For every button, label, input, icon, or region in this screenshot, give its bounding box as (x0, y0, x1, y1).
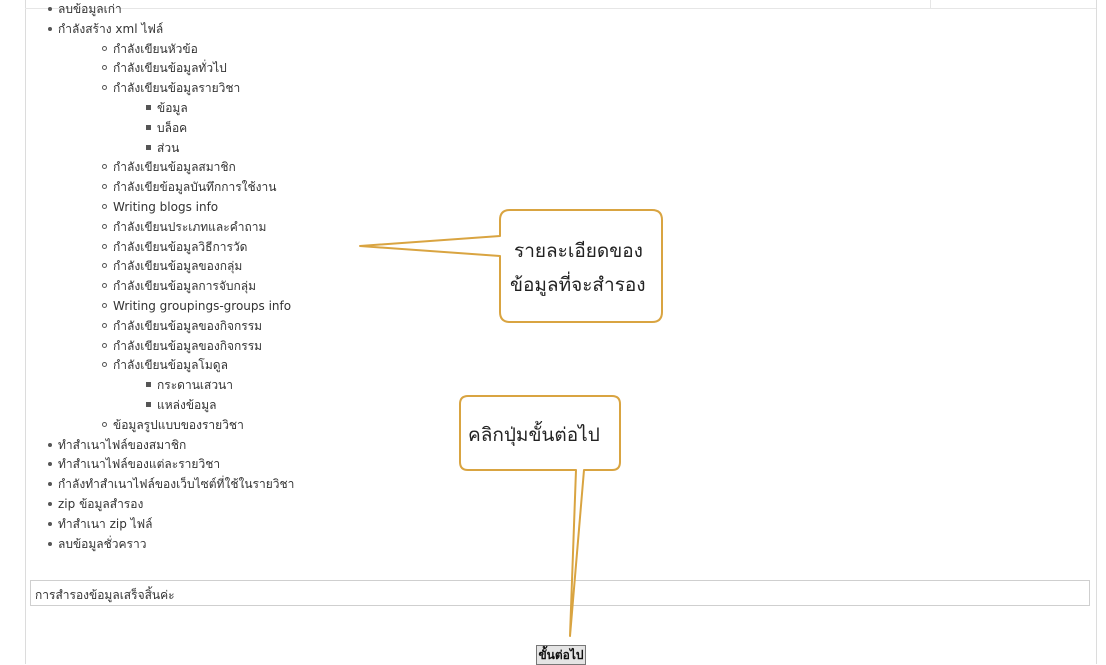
details-callout-line2: ข้อมูลที่จะสำรอง (510, 274, 646, 296)
details-callout-bubble (359, 209, 663, 323)
details-callout-line1: รายละเอียดของ (514, 240, 643, 262)
click-callout-text: คลิกปุ่มขั้นต่อไป (468, 424, 600, 446)
annotation-overlay (359, 209, 663, 637)
